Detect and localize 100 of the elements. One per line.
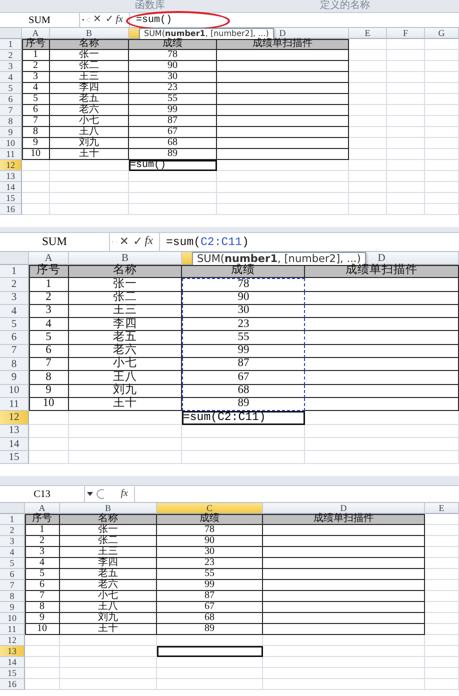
row-header[interactable]: 2 [0,278,29,292]
row-header[interactable]: 5 [0,83,22,94]
row-header[interactable]: 10 [0,138,22,149]
active-cell[interactable]: =sum(C2:C11) [182,411,305,425]
table-cell: 8 [25,602,60,614]
select-all-corner[interactable] [0,28,22,39]
column-header[interactable]: C [157,503,263,514]
row-header[interactable]: 15 [0,451,29,464]
grid-cell [425,105,459,116]
table-cell: 王十 [69,398,182,412]
row-header[interactable]: 14 [0,657,25,668]
column-header[interactable]: B [50,28,129,39]
table-cell: 30 [182,304,305,318]
row-header[interactable]: 8 [0,358,29,372]
row-header[interactable]: 14 [0,438,29,452]
table-cell: 4 [22,83,50,94]
select-all-corner[interactable] [0,252,29,265]
row-header[interactable]: 9 [0,602,25,614]
row-header[interactable]: 16 [0,679,25,690]
table-cell: 55 [157,569,263,580]
column-header[interactable]: E [425,503,459,514]
row-header[interactable]: 13 [0,646,25,658]
cancel-button[interactable]: ✕ [119,236,130,248]
row-header[interactable]: 7 [0,580,25,592]
row-header[interactable]: 6 [0,331,29,345]
row-header[interactable]: 12 [0,411,29,425]
column-header[interactable]: B [60,503,157,514]
table-cell: 99 [157,580,263,592]
active-cell[interactable] [157,646,263,658]
row-header[interactable]: 8 [0,116,22,127]
formula-text[interactable]: =sum(C2:C11) [166,236,249,248]
row-header[interactable]: 2 [0,50,22,61]
row-header[interactable]: 11 [0,624,25,636]
row-header[interactable]: 3 [0,536,25,548]
row-header[interactable]: 1 [0,265,29,278]
table-cell: 1 [25,525,60,536]
cancel-button[interactable]: ✕ [93,15,102,25]
row-header[interactable]: 6 [0,569,25,580]
column-header[interactable]: A [29,252,69,265]
row-header[interactable]: 10 [0,613,25,624]
insert-function-button[interactable]: fx [116,15,123,25]
row-header[interactable]: 10 [0,384,29,398]
table-cell: 小七 [50,116,129,127]
column-header[interactable]: A [22,28,50,39]
name-box[interactable]: C13 [0,486,85,502]
column-header[interactable]: A [25,503,60,514]
row-header[interactable]: 5 [0,558,25,570]
name-box[interactable]: SUM [0,13,80,27]
row-header[interactable]: 7 [0,344,29,358]
enter-button[interactable]: ✓ [133,236,143,248]
row-header[interactable]: 4 [0,304,29,318]
row-header[interactable]: 13 [0,171,22,182]
row-header[interactable]: 15 [0,193,22,204]
column-header[interactable]: B [69,252,182,265]
dropdown-caret-icon[interactable] [87,492,93,496]
row-header[interactable]: 2 [0,525,25,536]
row-header[interactable]: 11 [0,398,29,412]
enter-button[interactable]: ✓ [105,15,114,25]
table-cell: 6 [29,344,69,358]
grid-cell [425,83,459,94]
row-header[interactable]: 4 [0,72,22,83]
active-cell[interactable]: =sum() [129,160,217,171]
select-all-corner[interactable] [0,503,25,514]
row-header[interactable]: 8 [0,591,25,602]
grid-cell [25,668,60,680]
row-header[interactable]: 5 [0,318,29,332]
row-header[interactable]: 1 [0,39,22,50]
row-header[interactable]: 13 [0,424,29,438]
row-header[interactable]: 6 [0,94,22,105]
column-header[interactable]: G [425,28,459,39]
table-cell: 2 [22,61,50,72]
row-header[interactable]: 9 [0,127,22,138]
column-header[interactable]: F [387,28,425,39]
dropdown-caret-icon[interactable] [82,18,84,22]
grid-cell [425,569,459,580]
row-header[interactable]: 9 [0,371,29,385]
row-header[interactable]: 4 [0,547,25,558]
row-header[interactable]: 3 [0,61,22,72]
row-header[interactable]: 15 [0,668,25,680]
insert-function-button[interactable]: fx [144,236,153,248]
row-header[interactable]: 11 [0,149,22,160]
table-cell: 4 [25,558,60,570]
table-cell: 刘九 [60,613,157,624]
row-header[interactable]: 12 [0,160,22,171]
row-header[interactable]: 16 [0,204,22,215]
row-header[interactable]: 1 [0,514,25,526]
grid-cell [22,171,50,182]
row-header[interactable]: 7 [0,105,22,116]
grid-cell [425,514,459,526]
table-cell: 1 [22,50,50,61]
column-header[interactable]: D [263,503,425,514]
row-header[interactable]: 3 [0,292,29,305]
insert-function-button[interactable]: fx [120,489,128,500]
name-box[interactable]: SUM [0,233,110,251]
row-header[interactable]: 12 [0,635,25,646]
column-header[interactable]: E [349,28,387,39]
formula-text[interactable]: =sum() [136,14,172,26]
table-cell: 30 [129,72,217,83]
grid-cell [349,94,387,105]
row-header[interactable]: 14 [0,182,22,193]
